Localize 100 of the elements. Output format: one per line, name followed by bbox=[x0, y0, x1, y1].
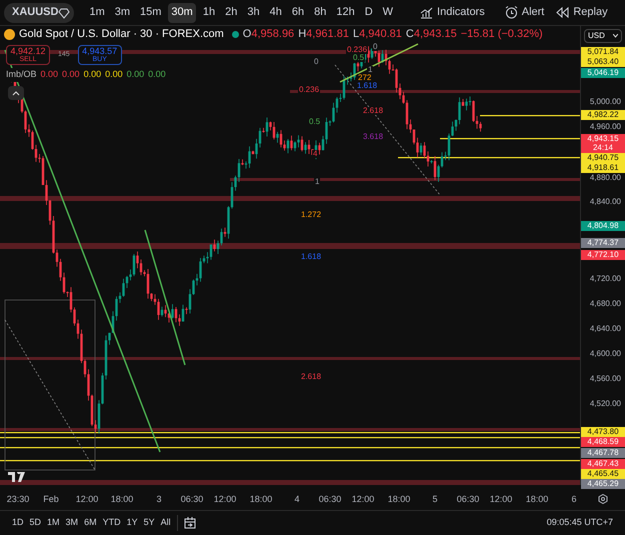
price-tag-value: 4,467.43 bbox=[587, 460, 619, 468]
price-tag-value: 4,943.15 bbox=[587, 135, 619, 143]
chevron-down-icon bbox=[613, 34, 618, 38]
range-button[interactable]: 5Y bbox=[144, 516, 155, 530]
price-tag-value: 4,467.78 bbox=[587, 449, 619, 457]
fib-level-label: 0.236 bbox=[346, 46, 368, 54]
indicator-value: 0.00 bbox=[62, 68, 80, 81]
interval-tab[interactable]: 4h bbox=[266, 2, 285, 22]
time-axis-label: 6 bbox=[572, 495, 576, 504]
indicator-value: 0.00 bbox=[148, 68, 166, 81]
price-scale-label: 4,600.00 bbox=[590, 350, 621, 358]
fib-level-label: 1 bbox=[367, 66, 374, 74]
price-change: −15.81 (−0.32%) bbox=[460, 28, 543, 41]
interval-tab[interactable]: 1h bbox=[200, 2, 218, 22]
price-scale-label: 4,560.00 bbox=[590, 375, 621, 383]
price-tag-value: 4,774.37 bbox=[587, 239, 619, 247]
time-axis-label: 5 bbox=[432, 495, 438, 504]
fib-level-label: 0.236 bbox=[298, 86, 320, 94]
range-button[interactable]: 1M bbox=[47, 516, 60, 530]
price-scale-label: 4,880.00 bbox=[590, 174, 621, 182]
price-tag-value: 4,804.98 bbox=[587, 222, 619, 230]
interval-tab[interactable]: 6h bbox=[288, 2, 308, 22]
collapse-button[interactable] bbox=[8, 86, 24, 100]
price-tag-value: 4,940.75 bbox=[587, 154, 619, 162]
range-button[interactable]: 1Y bbox=[126, 516, 138, 530]
time-axis-label: 12:00 bbox=[490, 495, 512, 504]
rewind-icon bbox=[556, 7, 570, 18]
time-axis-label: 3 bbox=[156, 495, 162, 504]
ohlc-value: L4,940.81 bbox=[352, 28, 402, 41]
replay-button[interactable]: Replay bbox=[552, 4, 612, 21]
fib-level-label: 0 bbox=[313, 58, 320, 66]
calendar-icon[interactable] bbox=[184, 517, 196, 529]
price-scale-label: 4,840.00 bbox=[590, 198, 621, 206]
price-scale-label: 4,520.00 bbox=[590, 400, 621, 408]
alert-button[interactable]: Alert bbox=[500, 4, 548, 21]
fib-level-label: 272 bbox=[357, 74, 372, 82]
interval-tab[interactable]: D bbox=[362, 2, 376, 22]
diamond-icon bbox=[58, 6, 70, 18]
interval-tab[interactable]: 1m bbox=[86, 2, 108, 22]
fib-level-label: 3.618 bbox=[362, 133, 384, 141]
time-axis-label: 06:30 bbox=[318, 495, 342, 504]
ohlc-value: O4,958.96 bbox=[242, 28, 294, 41]
interval-tab[interactable]: 30m bbox=[168, 2, 196, 22]
range-button[interactable]: 5D bbox=[30, 516, 42, 530]
time-axis-label: 4 bbox=[294, 495, 300, 504]
symbol-search[interactable]: XAUUSD bbox=[4, 2, 74, 22]
price-scale-label: 4,720.00 bbox=[590, 275, 621, 283]
interval-tab[interactable]: 3h bbox=[244, 2, 263, 22]
time-axis-label: 18:00 bbox=[250, 495, 272, 504]
chevron-up-icon bbox=[12, 90, 20, 96]
time-axis-label: 06:30 bbox=[180, 495, 204, 504]
price-tag-value: 4,772.10 bbox=[587, 251, 619, 259]
clock-time: 09:05:45 UTC+7 bbox=[546, 516, 613, 530]
fib-level-label: 1.618 bbox=[356, 82, 378, 90]
symbol-name: XAUUSD bbox=[12, 5, 58, 20]
price-scale-label: 4,960.00 bbox=[590, 123, 621, 131]
time-axis-label: 18:00 bbox=[526, 495, 548, 504]
interval-tab[interactable]: 8h bbox=[311, 2, 330, 22]
indicator-value: 0.00 bbox=[84, 68, 102, 81]
fib-level-label: 2.618 bbox=[362, 107, 384, 115]
price-tag-value: 4,465.29 bbox=[587, 480, 619, 488]
price-tag-value: 4,918.61 bbox=[587, 164, 619, 172]
time-axis-label: 12:00 bbox=[214, 495, 236, 504]
alarm-clock-icon bbox=[504, 6, 518, 19]
coin-icon bbox=[4, 29, 15, 40]
time-axis-label: 18:00 bbox=[110, 495, 134, 504]
price-tag-value: 5,071.84 bbox=[587, 48, 619, 56]
ohlc-value: C4,943.15 bbox=[406, 28, 457, 41]
ohlc-value: H4,961.81 bbox=[298, 28, 349, 41]
price-tag-value: 5,063.40 bbox=[587, 58, 619, 66]
indicator-name: Imb/OB bbox=[6, 68, 37, 82]
fib-level-label: 0 bbox=[372, 43, 378, 51]
time-axis-label: 12:00 bbox=[352, 495, 374, 504]
time-axis-label: 18:00 bbox=[388, 495, 410, 504]
fib-level-label: 4 bbox=[312, 150, 318, 158]
range-button[interactable]: 1D bbox=[12, 516, 24, 530]
fib-level-label: 1 bbox=[314, 178, 320, 186]
interval-tab[interactable]: 3m bbox=[112, 2, 134, 22]
currency-button[interactable]: USD bbox=[584, 29, 622, 43]
range-button[interactable]: All bbox=[160, 516, 171, 530]
time-axis-label: 23:30 bbox=[6, 495, 30, 504]
range-button[interactable]: YTD bbox=[102, 516, 121, 530]
price-tag-value: 4,982.22 bbox=[587, 111, 619, 119]
chart-title: Gold Spot / U.S. Dollar · 30 · FOREX.com bbox=[19, 28, 224, 41]
range-button[interactable]: 3M bbox=[66, 516, 78, 530]
interval-tab[interactable]: 12h bbox=[333, 2, 358, 22]
interval-tab[interactable]: W bbox=[380, 2, 396, 22]
settings-icon[interactable] bbox=[598, 494, 608, 504]
fib-level-label: 2.618 bbox=[300, 373, 322, 381]
interval-tab[interactable]: 15m bbox=[137, 2, 164, 22]
interval-tab[interactable]: 2h bbox=[222, 2, 240, 22]
chart-icon bbox=[420, 6, 434, 19]
range-button[interactable]: 6M bbox=[84, 516, 97, 530]
indicator-value: 0.00 bbox=[40, 68, 58, 81]
price-tag-value: 4,468.59 bbox=[587, 438, 619, 446]
time-axis-label: 06:30 bbox=[456, 495, 480, 504]
time-axis-label: 12:00 bbox=[76, 495, 98, 504]
indicators-button[interactable]: Indicators bbox=[416, 4, 489, 21]
price-tag-value: 5,046.19 bbox=[587, 69, 619, 77]
fib-level-label: 1.272 bbox=[300, 211, 322, 219]
